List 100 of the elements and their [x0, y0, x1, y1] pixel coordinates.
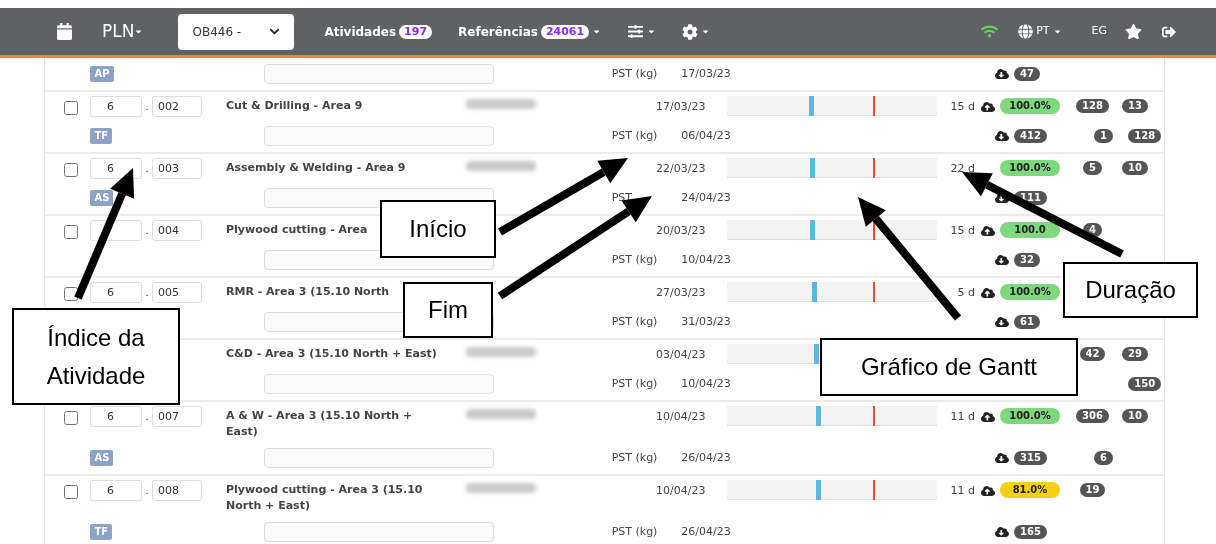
index-field[interactable]: 004	[152, 220, 202, 241]
callout-tooltip: Índice da Atividade	[12, 308, 180, 405]
dot-separator: .	[145, 224, 149, 237]
row-checkbox[interactable]	[64, 225, 78, 239]
dot-separator: .	[145, 410, 149, 423]
cloud-upload-icon[interactable]	[980, 410, 995, 424]
activity-title: Plywood cutting - Area 3 (15.10 North + East)	[226, 482, 423, 514]
unit-label: PST (kg)	[611, 66, 658, 80]
gantt-bar	[808, 96, 814, 116]
duration: 22 d	[950, 162, 975, 175]
callout-tooltip: Fim	[403, 282, 493, 338]
gantt-bar	[809, 220, 815, 240]
activities-menu[interactable]: Atividades 197	[324, 22, 433, 41]
gantt-bar	[810, 158, 816, 178]
cloud-download-icon[interactable]	[995, 451, 1009, 465]
cloud-upload-icon[interactable]	[980, 224, 995, 238]
user-initials[interactable]: EG	[1091, 23, 1107, 40]
gantt-bar	[812, 282, 818, 302]
references-menu[interactable]: Referências 24061	[458, 22, 602, 41]
dot-separator: .	[145, 286, 149, 299]
end-date: 10/04/23	[681, 376, 731, 390]
comment-field[interactable]	[263, 522, 494, 542]
count-badge: 1	[1094, 129, 1114, 143]
count-badge: 197	[399, 24, 433, 39]
caret-icon	[647, 27, 657, 36]
settings-menu[interactable]	[682, 23, 711, 40]
start-date: 10/04/23	[656, 484, 706, 497]
count-badge: 128	[1128, 129, 1162, 143]
cloud-download-icon[interactable]	[995, 67, 1009, 81]
start-date: 20/03/23	[656, 224, 706, 237]
end-date: 24/04/23	[681, 190, 731, 204]
index-field[interactable]: 6	[90, 406, 142, 427]
unit-label: PST (kg)	[611, 128, 658, 142]
cloud-upload-icon[interactable]	[980, 484, 995, 498]
activity-title: RMR - Area 3 (15.10 North	[226, 284, 390, 300]
caret-icon	[701, 27, 711, 36]
start-date: 17/03/23	[656, 100, 706, 113]
end-date: 17/03/23	[681, 66, 731, 80]
progress-badge: 100.0	[1000, 222, 1060, 238]
cloud-upload-icon[interactable]	[980, 286, 995, 300]
index-field[interactable]: 007	[152, 406, 202, 427]
count-badge: 10	[1122, 409, 1148, 423]
row-checkbox[interactable]	[64, 485, 78, 499]
index-field[interactable]: 005	[152, 282, 202, 303]
chevron-down-icon	[269, 26, 281, 37]
index-field[interactable]: 6	[90, 96, 142, 117]
today-marker	[872, 282, 875, 302]
count-badge: 306	[1076, 409, 1109, 423]
index-field[interactable]: 008	[152, 480, 202, 501]
calendar-icon[interactable]	[57, 23, 72, 40]
index-field[interactable]	[90, 220, 142, 241]
gantt-bar	[816, 406, 822, 426]
count-badge: 5	[1083, 161, 1102, 175]
count-badge: 42	[1079, 347, 1106, 361]
index-field[interactable]: 6	[90, 282, 142, 303]
row-checkbox[interactable]	[64, 163, 78, 177]
cloud-download-icon[interactable]	[995, 129, 1009, 143]
cloud-download-icon[interactable]	[995, 525, 1009, 539]
filters-menu[interactable]	[627, 24, 657, 39]
end-date: 26/04/23	[681, 450, 731, 464]
count-badge: 128	[1076, 99, 1109, 113]
sign-out-icon[interactable]	[1162, 24, 1176, 39]
comment-field[interactable]	[263, 448, 494, 468]
row-checkbox[interactable]	[64, 411, 78, 425]
index-field[interactable]: 003	[152, 158, 202, 179]
duration: 11 d	[950, 484, 975, 497]
end-date: 31/03/23	[681, 314, 731, 328]
index-field[interactable]: 002	[152, 96, 202, 117]
cloud-upload-icon[interactable]	[980, 100, 995, 114]
row-checkbox[interactable]	[64, 287, 78, 301]
comment-field[interactable]	[263, 64, 494, 84]
index-field[interactable]: 6	[90, 480, 142, 501]
type-tag: AS	[90, 189, 114, 206]
gantt-bar	[816, 480, 822, 500]
cloud-download-icon[interactable]	[995, 315, 1009, 329]
count-badge: 6	[1094, 451, 1114, 465]
app-menu[interactable]: PLN	[102, 18, 144, 45]
count-badge: 19	[1079, 483, 1106, 497]
row-checkbox[interactable]	[64, 101, 78, 115]
caret-icon	[1052, 27, 1062, 36]
progress-badge: 100.0%	[1000, 284, 1060, 300]
activity-title: Cut & Drilling - Area 9	[226, 98, 363, 114]
sliders-icon	[627, 24, 645, 39]
cloud-download-icon[interactable]	[995, 253, 1009, 267]
unit-label: PST	[611, 190, 632, 204]
start-date: 22/03/23	[656, 162, 706, 175]
count-badge: 150	[1128, 377, 1162, 391]
caret-icon	[134, 27, 144, 36]
activity-title: Assembly & Welding - Area 9	[226, 160, 406, 176]
caret-icon	[592, 27, 602, 36]
comment-field[interactable]	[263, 374, 494, 394]
count-badge: 24061	[540, 24, 590, 39]
project-select[interactable]: OB446 -	[178, 13, 295, 50]
comment-field[interactable]	[263, 126, 494, 146]
type-tag: TF	[90, 127, 113, 144]
count-badge: 61	[1014, 314, 1040, 329]
star-icon[interactable]	[1125, 23, 1142, 40]
language-menu[interactable]: PT	[1018, 23, 1062, 40]
start-date: 10/04/23	[656, 410, 706, 423]
unit-label: PST (kg)	[611, 450, 658, 464]
